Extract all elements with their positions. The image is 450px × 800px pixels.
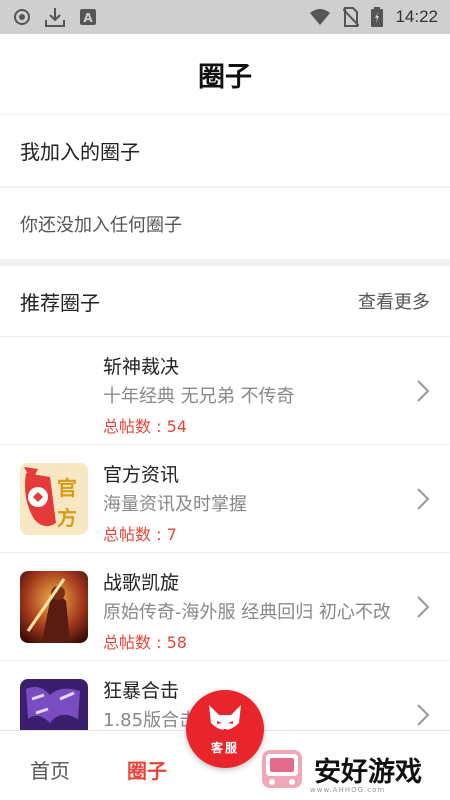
- page-title: 圈子: [198, 61, 252, 93]
- circle-name: 狂暴合击: [103, 680, 180, 702]
- customer-service-label: 客服: [210, 740, 239, 755]
- no-sim-icon: [343, 7, 360, 27]
- shield-icon: [14, 9, 30, 25]
- circle-name: 战歌凯旋: [103, 572, 180, 594]
- circle-name: 官方资讯: [103, 464, 180, 486]
- watermark-subtext: www.AHHOG.com: [310, 786, 386, 794]
- circle-thumbnail: [20, 355, 88, 427]
- app-a-icon: A: [80, 9, 96, 25]
- joined-empty-text: 你还没加入任何圈子: [20, 214, 182, 236]
- nav-tab-home[interactable]: 首页: [30, 755, 70, 784]
- recommended-section-header: 推荐圈子 查看更多: [0, 266, 450, 336]
- status-bar: A 14:22: [0, 0, 450, 34]
- header: 圈子: [0, 34, 450, 114]
- circle-row-1[interactable]: 斩神裁决 十年经典 无兄弟 不传奇 总帖数 : 54: [0, 336, 450, 444]
- circle-description: 原始传奇-海外服 经典回归 初心不改: [103, 602, 391, 623]
- circle-description: 海量资讯及时掌握: [103, 494, 247, 515]
- recommended-label: 推荐圈子: [20, 290, 100, 315]
- chevron-right-icon: [417, 488, 430, 510]
- game-rage-thumbnail: [20, 679, 88, 730]
- circle-description: 十年经典 无兄弟 不传奇: [103, 386, 295, 407]
- joined-section-header: 我加入的圈子: [0, 114, 450, 186]
- circle-row-2[interactable]: 官 方 官方资讯 海量资讯及时掌握 总帖数 : 7: [0, 444, 450, 552]
- joined-label: 我加入的圈子: [20, 140, 140, 164]
- watermark-text: 安好游戏: [314, 756, 422, 788]
- download-icon: [44, 6, 66, 28]
- svg-text:A: A: [83, 11, 93, 25]
- circle-post-count: 总帖数 : 58: [103, 633, 187, 652]
- nav-tab-circle[interactable]: 圈子: [127, 755, 167, 784]
- battery-icon: [371, 7, 384, 27]
- circle-name: 斩神裁决: [103, 356, 180, 378]
- circle-row-3[interactable]: 战歌凯旋 原始传奇-海外服 经典回归 初心不改 总帖数 : 58: [0, 552, 450, 660]
- svg-text:官: 官: [57, 476, 77, 500]
- status-time: 14:22: [395, 7, 438, 26]
- wifi-icon: [309, 8, 331, 26]
- circle-post-count: 总帖数 : 7: [103, 525, 177, 544]
- chevron-right-icon: [417, 596, 430, 618]
- circle-post-count: 总帖数 : 54: [103, 417, 187, 436]
- svg-text:方: 方: [57, 506, 77, 530]
- joined-empty-state: 你还没加入任何圈子: [0, 187, 450, 259]
- game-warrior-thumbnail: [20, 571, 88, 643]
- gamepad-logo-icon: [262, 750, 302, 788]
- customer-service-button[interactable]: 客服: [186, 690, 264, 768]
- chevron-right-icon: [417, 704, 430, 726]
- circle-description: 1.85版合击: [103, 710, 198, 730]
- fox-icon: [209, 704, 241, 731]
- circle-list: 斩神裁决 十年经典 无兄弟 不传奇 总帖数 : 54 官 方 官方资讯 海量资讯…: [0, 336, 450, 730]
- official-news-thumbnail: 官 方: [20, 463, 88, 535]
- see-more-link[interactable]: 查看更多: [358, 288, 430, 314]
- chevron-right-icon: [417, 380, 430, 402]
